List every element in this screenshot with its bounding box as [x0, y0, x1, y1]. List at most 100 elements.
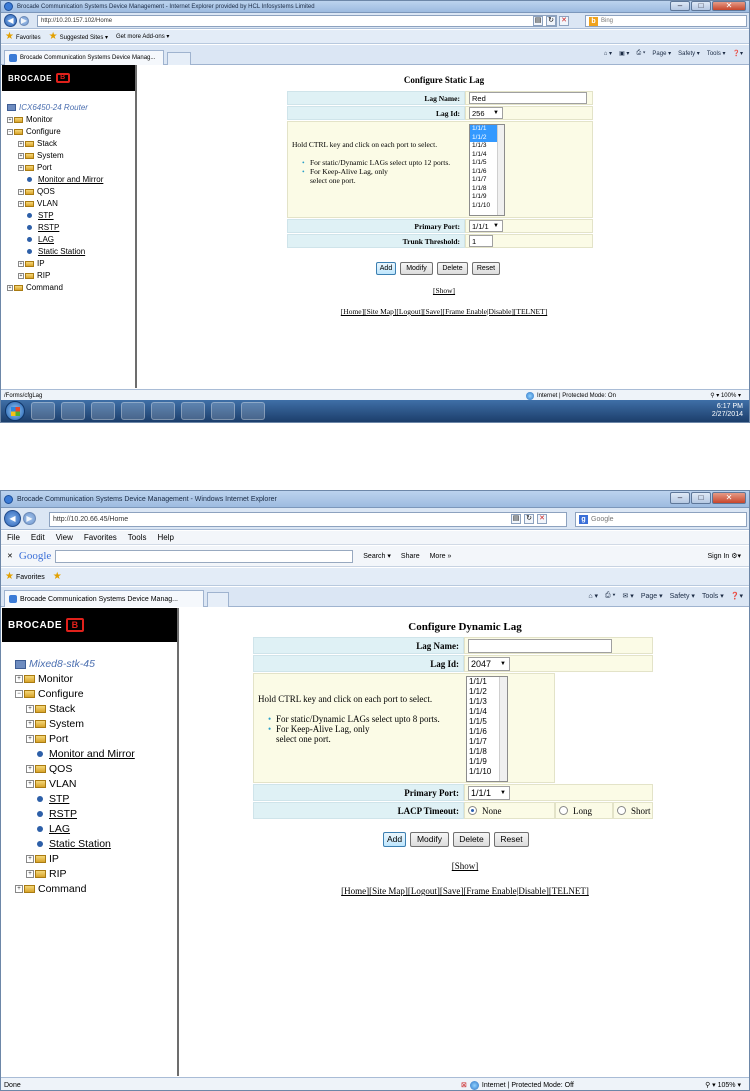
expand-icon[interactable]: +	[18, 200, 24, 207]
close-button[interactable]: ✕	[712, 492, 746, 504]
favorites-button[interactable]: ★ Favorites	[5, 571, 45, 582]
help-icon[interactable]: ❓▾	[731, 592, 743, 600]
tree-monitor-mirror[interactable]: Monitor and Mirror	[27, 175, 103, 184]
tree-port[interactable]: + Port	[18, 163, 52, 172]
expand-icon[interactable]: +	[26, 735, 34, 743]
favorites-button[interactable]: ★ Favorites	[5, 31, 41, 42]
explorer-taskbar-icon[interactable]	[31, 402, 55, 420]
compat-icon[interactable]: ▤	[511, 514, 521, 524]
print-icon[interactable]: ⎙ ▾	[605, 592, 616, 600]
help-icon[interactable]: ❓▾	[733, 50, 743, 57]
page-menu[interactable]: Page ▾	[641, 592, 663, 600]
network-taskbar-icon[interactable]	[211, 402, 235, 420]
radio-icon[interactable]	[617, 806, 626, 815]
lacp-long-option[interactable]: Long	[555, 802, 613, 819]
zoom-level[interactable]: ⚲ ▾ 100% ▾	[710, 392, 741, 399]
back-button[interactable]: ◀	[4, 14, 17, 27]
tree-root[interactable]: ICX6450-24 Router	[7, 103, 88, 112]
tree-static-station[interactable]: Static Station	[37, 838, 111, 850]
refresh-icon[interactable]: ↻	[524, 514, 534, 524]
back-button[interactable]: ◀	[4, 510, 21, 527]
port-list-scrollbar[interactable]	[499, 677, 507, 781]
collapse-icon[interactable]: −	[15, 690, 23, 698]
expand-icon[interactable]: +	[18, 164, 24, 171]
forward-button[interactable]: ▶	[19, 15, 29, 26]
tree-command[interactable]: + Command	[15, 883, 86, 895]
tools-menu[interactable]: Tools ▾	[707, 50, 726, 57]
get-addons-link[interactable]: Get more Add-ons ▾	[116, 33, 169, 40]
feeds-icon[interactable]: ▣ ▾	[619, 50, 629, 57]
tree-rip[interactable]: + RIP	[18, 271, 50, 280]
minimize-button[interactable]: –	[670, 492, 690, 504]
tree-monitor[interactable]: + Monitor	[15, 673, 73, 685]
app-taskbar-icon[interactable]	[91, 402, 115, 420]
menu-favorites[interactable]: Favorites	[84, 533, 117, 542]
new-tab-button[interactable]	[207, 592, 229, 607]
expand-icon[interactable]: +	[7, 116, 13, 123]
radio-checked-icon[interactable]	[468, 806, 477, 815]
lag-id-select[interactable]: 256 ▼	[469, 107, 503, 119]
maximize-button[interactable]: □	[691, 1, 711, 11]
page-menu[interactable]: Page ▾	[652, 50, 671, 57]
tree-rstp[interactable]: RSTP	[37, 808, 77, 820]
reset-button[interactable]: Reset	[494, 832, 529, 847]
tree-monitor[interactable]: + Monitor	[7, 115, 53, 124]
tree-system[interactable]: + System	[26, 718, 84, 730]
lacp-none-option[interactable]: None	[464, 802, 555, 819]
home-icon[interactable]: ⌂ ▾	[604, 50, 612, 57]
google-signin-button[interactable]: Sign In ⚙▾	[707, 552, 741, 560]
lag-name-input[interactable]	[468, 638, 612, 653]
primary-port-select[interactable]: 1/1/1 ▼	[469, 220, 503, 232]
tab-brocade[interactable]: Brocade Communication Systems Device Man…	[4, 590, 204, 607]
new-tab-button[interactable]	[167, 52, 191, 65]
tree-qos[interactable]: + QOS	[18, 187, 55, 196]
google-more-button[interactable]: More »	[430, 553, 452, 560]
minimize-button[interactable]: –	[670, 1, 690, 11]
tools-menu[interactable]: Tools ▾	[702, 592, 724, 600]
tree-stp[interactable]: STP	[27, 211, 54, 220]
stop-icon[interactable]: ✕	[559, 16, 569, 26]
expand-icon[interactable]: +	[18, 260, 24, 267]
modify-button[interactable]: Modify	[410, 832, 449, 847]
outlook-taskbar-icon[interactable]	[121, 402, 145, 420]
compat-icon[interactable]: ▤	[533, 16, 543, 26]
trunk-threshold-input[interactable]: 1	[469, 235, 493, 247]
safety-menu[interactable]: Safety ▾	[678, 50, 700, 57]
tree-system[interactable]: + System	[18, 151, 64, 160]
show-link[interactable]: [Show]	[433, 286, 455, 295]
delete-button[interactable]: Delete	[453, 832, 490, 847]
expand-icon[interactable]: +	[7, 284, 13, 291]
modify-button[interactable]: Modify	[400, 262, 433, 275]
stop-icon[interactable]: ✕	[537, 514, 547, 524]
menu-help[interactable]: Help	[157, 533, 173, 542]
search-input[interactable]: b Bing	[585, 15, 747, 27]
tree-stack[interactable]: + Stack	[18, 139, 57, 148]
expand-icon[interactable]: +	[26, 780, 34, 788]
expand-icon[interactable]: +	[18, 272, 24, 279]
expand-icon[interactable]: +	[18, 152, 24, 159]
google-search-button[interactable]: Search ▾	[363, 552, 391, 560]
menu-edit[interactable]: Edit	[31, 533, 45, 542]
footer-nav-links[interactable]: [Home][Site Map][Logout][Save][Frame Ena…	[341, 886, 589, 896]
primary-port-select[interactable]: 1/1/1 ▼	[468, 785, 510, 800]
tree-stack[interactable]: + Stack	[26, 703, 75, 715]
print-icon[interactable]: ⎙ ▾	[636, 50, 645, 57]
reset-button[interactable]: Reset	[472, 262, 500, 275]
close-toolbar-icon[interactable]: ✕	[7, 552, 13, 560]
google-share-button[interactable]: Share	[401, 553, 420, 560]
tab-brocade[interactable]: Brocade Communication Systems Device Man…	[4, 50, 164, 65]
expand-icon[interactable]: +	[26, 765, 34, 773]
radio-icon[interactable]	[559, 806, 568, 815]
tree-port[interactable]: + Port	[26, 733, 68, 745]
tree-qos[interactable]: + QOS	[26, 763, 72, 775]
zoom-level[interactable]: ⚲ ▾ 105% ▾	[705, 1081, 741, 1089]
expand-icon[interactable]: +	[26, 855, 34, 863]
lag-name-input[interactable]: Red	[469, 92, 587, 104]
address-input[interactable]: http://10.20.157.102/Home	[37, 15, 557, 27]
ie-taskbar-icon[interactable]	[181, 402, 205, 420]
port-list[interactable]: 1/1/1 1/1/2 1/1/3 1/1/4 1/1/5 1/1/6 1/1/…	[469, 124, 505, 216]
address-input[interactable]: http://10.20.66.45/Home	[49, 512, 567, 527]
add-favorite-icon[interactable]: ★	[53, 571, 64, 582]
expand-icon[interactable]: +	[26, 705, 34, 713]
tree-lag[interactable]: LAG	[37, 823, 70, 835]
